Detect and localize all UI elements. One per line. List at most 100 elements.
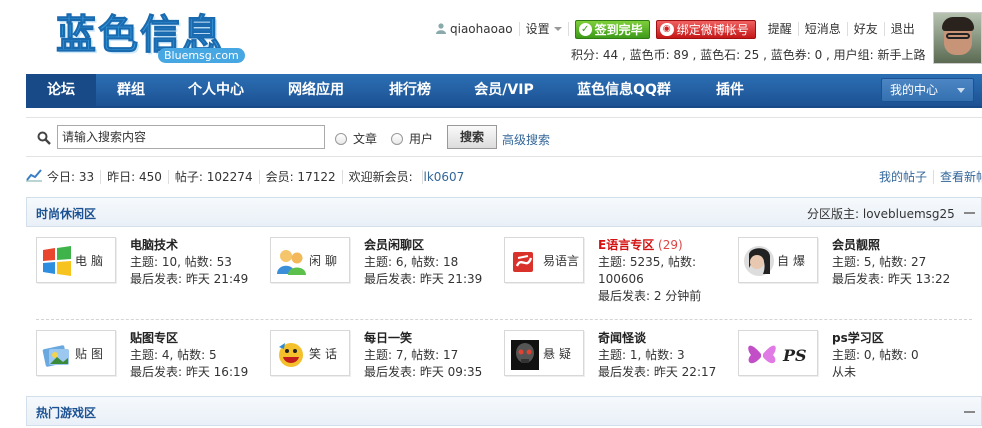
stat-yesterday: 昨日: 450 bbox=[101, 170, 169, 184]
collapse-icon[interactable] bbox=[964, 411, 975, 413]
stat-posts: 帖子: 102274 bbox=[168, 170, 260, 184]
username-link[interactable]: qiaohaoao bbox=[430, 22, 520, 36]
ps-butterfly-icon: PS bbox=[748, 345, 807, 365]
forum-topics: 主题: 4, 帖数: 5 bbox=[130, 348, 217, 362]
search-input[interactable] bbox=[57, 125, 325, 149]
forum-name[interactable]: ps学习区 bbox=[832, 331, 884, 345]
forum-item: 易语言 E语言专区 (29) 主题: 5235, 帖数: 100606 最后发表… bbox=[494, 237, 726, 303]
nav-item-plugins[interactable]: 插件 bbox=[694, 74, 766, 106]
forum-last-post[interactable]: 最后发表: 昨天 21:49 bbox=[130, 271, 258, 288]
forum-name[interactable]: E语言专区 bbox=[598, 238, 654, 252]
forum-icon-label: 闲聊 bbox=[309, 254, 342, 268]
radio-dot bbox=[335, 132, 347, 145]
bind-weibo-button[interactable]: ◉ 绑定微博帐号 bbox=[655, 19, 756, 39]
forum-new-count: (29) bbox=[658, 238, 683, 252]
forum-icon-box[interactable]: PS bbox=[738, 330, 818, 376]
section-title[interactable]: 时尚休闲区 bbox=[36, 205, 96, 222]
avatar[interactable] bbox=[933, 12, 982, 64]
nav-item-personal[interactable]: 个人中心 bbox=[166, 74, 266, 106]
forum-icon-box[interactable]: 自爆 bbox=[738, 237, 818, 283]
forum-last-post[interactable]: 最后发表: 昨天 13:22 bbox=[832, 271, 960, 288]
stat-welcome: 欢迎新会员: lk0607 bbox=[343, 170, 471, 184]
forum-icon-box[interactable]: 易语言 bbox=[504, 237, 584, 283]
logo-sub: Bluemsg.com bbox=[158, 48, 245, 63]
my-center-label: 我的中心 bbox=[890, 83, 939, 97]
forum-last-post[interactable]: 最后发表: 昨天 16:19 bbox=[130, 364, 258, 381]
section-moderator: 分区版主: lovebluemsg25 bbox=[807, 207, 955, 221]
forum-info: 会员靓照 主题: 5, 帖数: 27 最后发表: 昨天 13:22 bbox=[832, 237, 960, 288]
forum-topics: 主题: 5, 帖数: 27 bbox=[832, 255, 927, 269]
forum-last-post[interactable]: 最后发表: 2 分钟前 bbox=[598, 288, 726, 305]
user-icon bbox=[436, 23, 446, 34]
stat-members: 会员: 17122 bbox=[259, 170, 343, 184]
forum-name[interactable]: 每日一笑 bbox=[364, 331, 412, 345]
forum-last-post[interactable]: 最后发表: 昨天 21:39 bbox=[364, 271, 492, 288]
section-title[interactable]: 热门游戏区 bbox=[36, 404, 96, 421]
remind-link[interactable]: 提醒 bbox=[762, 22, 799, 36]
view-new-posts-link[interactable]: 查看新帖 bbox=[934, 170, 982, 184]
forum-icon-box[interactable]: 电脑 bbox=[36, 237, 116, 283]
nav-item-groups[interactable]: 群组 bbox=[96, 74, 166, 106]
forum-icon-box[interactable]: 闲聊 bbox=[270, 237, 350, 283]
e-language-icon bbox=[513, 252, 533, 272]
sign-in-button[interactable]: ✓ 签到完毕 bbox=[574, 19, 650, 39]
user-credits: 积分: 44 , 蓝色币: 89 , 蓝色石: 25 , 蓝色券: 0 , 用户… bbox=[571, 48, 926, 62]
forum-icon-label: 自爆 bbox=[777, 254, 810, 268]
avatar-glasses bbox=[946, 33, 970, 39]
advanced-search-link[interactable]: 高级搜索 bbox=[502, 131, 550, 148]
forum-icon-box[interactable]: 悬疑 bbox=[504, 330, 584, 376]
radio-dot bbox=[391, 132, 403, 145]
avatar-hair bbox=[942, 17, 974, 31]
radio-user[interactable]: 用户 bbox=[391, 130, 433, 147]
my-posts-link[interactable]: 我的帖子 bbox=[873, 170, 935, 184]
forum-item: 笑话 每日一笑 主题: 7, 帖数: 17 最后发表: 昨天 09:35 bbox=[260, 330, 492, 390]
nav-item-qq-group[interactable]: 蓝色信息QQ群 bbox=[554, 74, 694, 106]
friends-link[interactable]: 好友 bbox=[848, 22, 885, 36]
settings-label: 设置 bbox=[525, 22, 550, 36]
forum-last-post[interactable]: 最后发表: 昨天 09:35 bbox=[364, 364, 492, 381]
site-logo[interactable]: 蓝色信息 Bluemsg.com bbox=[26, 0, 274, 70]
forum-name[interactable]: 会员靓照 bbox=[832, 238, 880, 252]
forum-topics: 主题: 10, 帖数: 53 bbox=[130, 255, 232, 269]
forum-name[interactable]: 奇闻怪谈 bbox=[598, 331, 646, 345]
post-links: 我的帖子查看新帖 bbox=[873, 168, 982, 185]
forum-topics: 主题: 0, 帖数: 0 bbox=[832, 348, 919, 362]
nav-item-vip[interactable]: 会员/VIP bbox=[454, 74, 554, 106]
photo-icon bbox=[42, 345, 69, 367]
forum-icon-label: 笑话 bbox=[309, 347, 342, 361]
forum-name[interactable]: 会员闲聊区 bbox=[364, 238, 424, 252]
forum-topics: 主题: 7, 帖数: 17 bbox=[364, 348, 459, 362]
section-header-games: 热门游戏区 bbox=[26, 396, 982, 426]
forum-icon-box[interactable]: 贴图 bbox=[36, 330, 116, 376]
divider bbox=[36, 319, 972, 320]
forum-last-post[interactable]: 最后发表: 昨天 22:17 bbox=[598, 364, 726, 381]
chat-people-icon bbox=[277, 250, 306, 275]
portrait-icon bbox=[744, 246, 774, 276]
radio-article[interactable]: 文章 bbox=[335, 130, 377, 147]
forum-name[interactable]: 电脑技术 bbox=[130, 238, 178, 252]
my-center-dropdown[interactable]: 我的中心 bbox=[881, 78, 974, 102]
svg-text:PS: PS bbox=[782, 346, 807, 365]
nav-item-ranking[interactable]: 排行榜 bbox=[366, 74, 454, 106]
messages-link[interactable]: 短消息 bbox=[799, 22, 848, 36]
header: 蓝色信息 Bluemsg.com qiaohaoao 设置 ✓ 签到完毕 ◉ 绑定微… bbox=[0, 0, 982, 76]
newest-member-link[interactable]: lk0607 bbox=[423, 170, 464, 184]
nav-item-forum[interactable]: 论坛 bbox=[26, 74, 96, 106]
logout-link[interactable]: 退出 bbox=[885, 22, 921, 36]
forum-info: 会员闲聊区 主题: 6, 帖数: 18 最后发表: 昨天 21:39 bbox=[364, 237, 492, 288]
search-bar: 文章 用户 搜索 高级搜索 bbox=[26, 117, 982, 157]
forum-item: 自爆 会员靓照 主题: 5, 帖数: 27 最后发表: 昨天 13:22 bbox=[728, 237, 960, 297]
nav-item-apps[interactable]: 网络应用 bbox=[266, 74, 366, 106]
forum-name[interactable]: 贴图专区 bbox=[130, 331, 178, 345]
forum-icon-box[interactable]: 笑话 bbox=[270, 330, 350, 376]
settings-menu[interactable]: 设置 bbox=[520, 22, 569, 36]
username: qiaohaoao bbox=[450, 22, 513, 36]
weibo-label: 绑定微博帐号 bbox=[676, 22, 749, 37]
search-icon bbox=[37, 131, 51, 145]
forum-topics: 主题: 5235, 帖数: 100606 bbox=[598, 255, 697, 286]
search-button[interactable]: 搜索 bbox=[447, 125, 497, 149]
forum-info: E语言专区 (29) 主题: 5235, 帖数: 100606 最后发表: 2 … bbox=[598, 237, 726, 305]
forum-info: ps学习区 主题: 0, 帖数: 0 从未 bbox=[832, 330, 960, 381]
collapse-icon[interactable] bbox=[964, 212, 975, 214]
main-nav: 论坛 群组 个人中心 网络应用 排行榜 会员/VIP 蓝色信息QQ群 插件 我的… bbox=[26, 74, 982, 108]
